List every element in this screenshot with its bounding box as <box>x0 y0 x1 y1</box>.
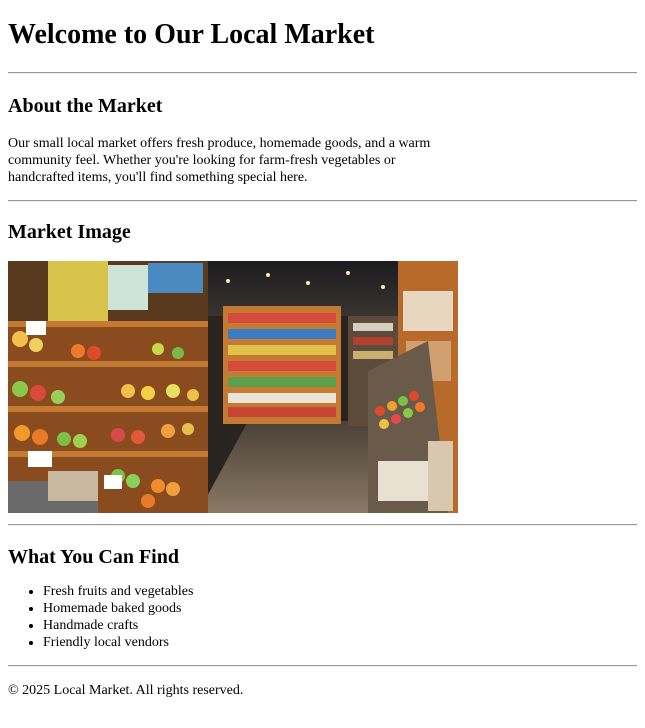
list-item: Fresh fruits and vegetables <box>43 583 637 600</box>
about-text: Our small local market offers fresh prod… <box>8 136 431 185</box>
what-you-can-find-heading: What You Can Find <box>8 546 179 568</box>
divider <box>8 72 637 74</box>
list-item: Homemade baked goods <box>43 600 637 617</box>
market-image <box>8 261 458 513</box>
offerings-list: Fresh fruits and vegetables Homemade bak… <box>8 583 637 651</box>
list-item: Handmade crafts <box>43 617 637 634</box>
divider <box>8 200 637 202</box>
market-image-heading: Market Image <box>8 221 131 243</box>
footer-copyright: © 2025 Local Market. All rights reserved… <box>8 683 244 698</box>
divider <box>8 665 637 667</box>
page: Welcome to Our Local Market About the Ma… <box>0 0 645 699</box>
list-item: Friendly local vendors <box>43 634 637 651</box>
about-heading: About the Market <box>8 95 163 117</box>
page-title: Welcome to Our Local Market <box>8 19 375 50</box>
divider <box>8 524 637 526</box>
